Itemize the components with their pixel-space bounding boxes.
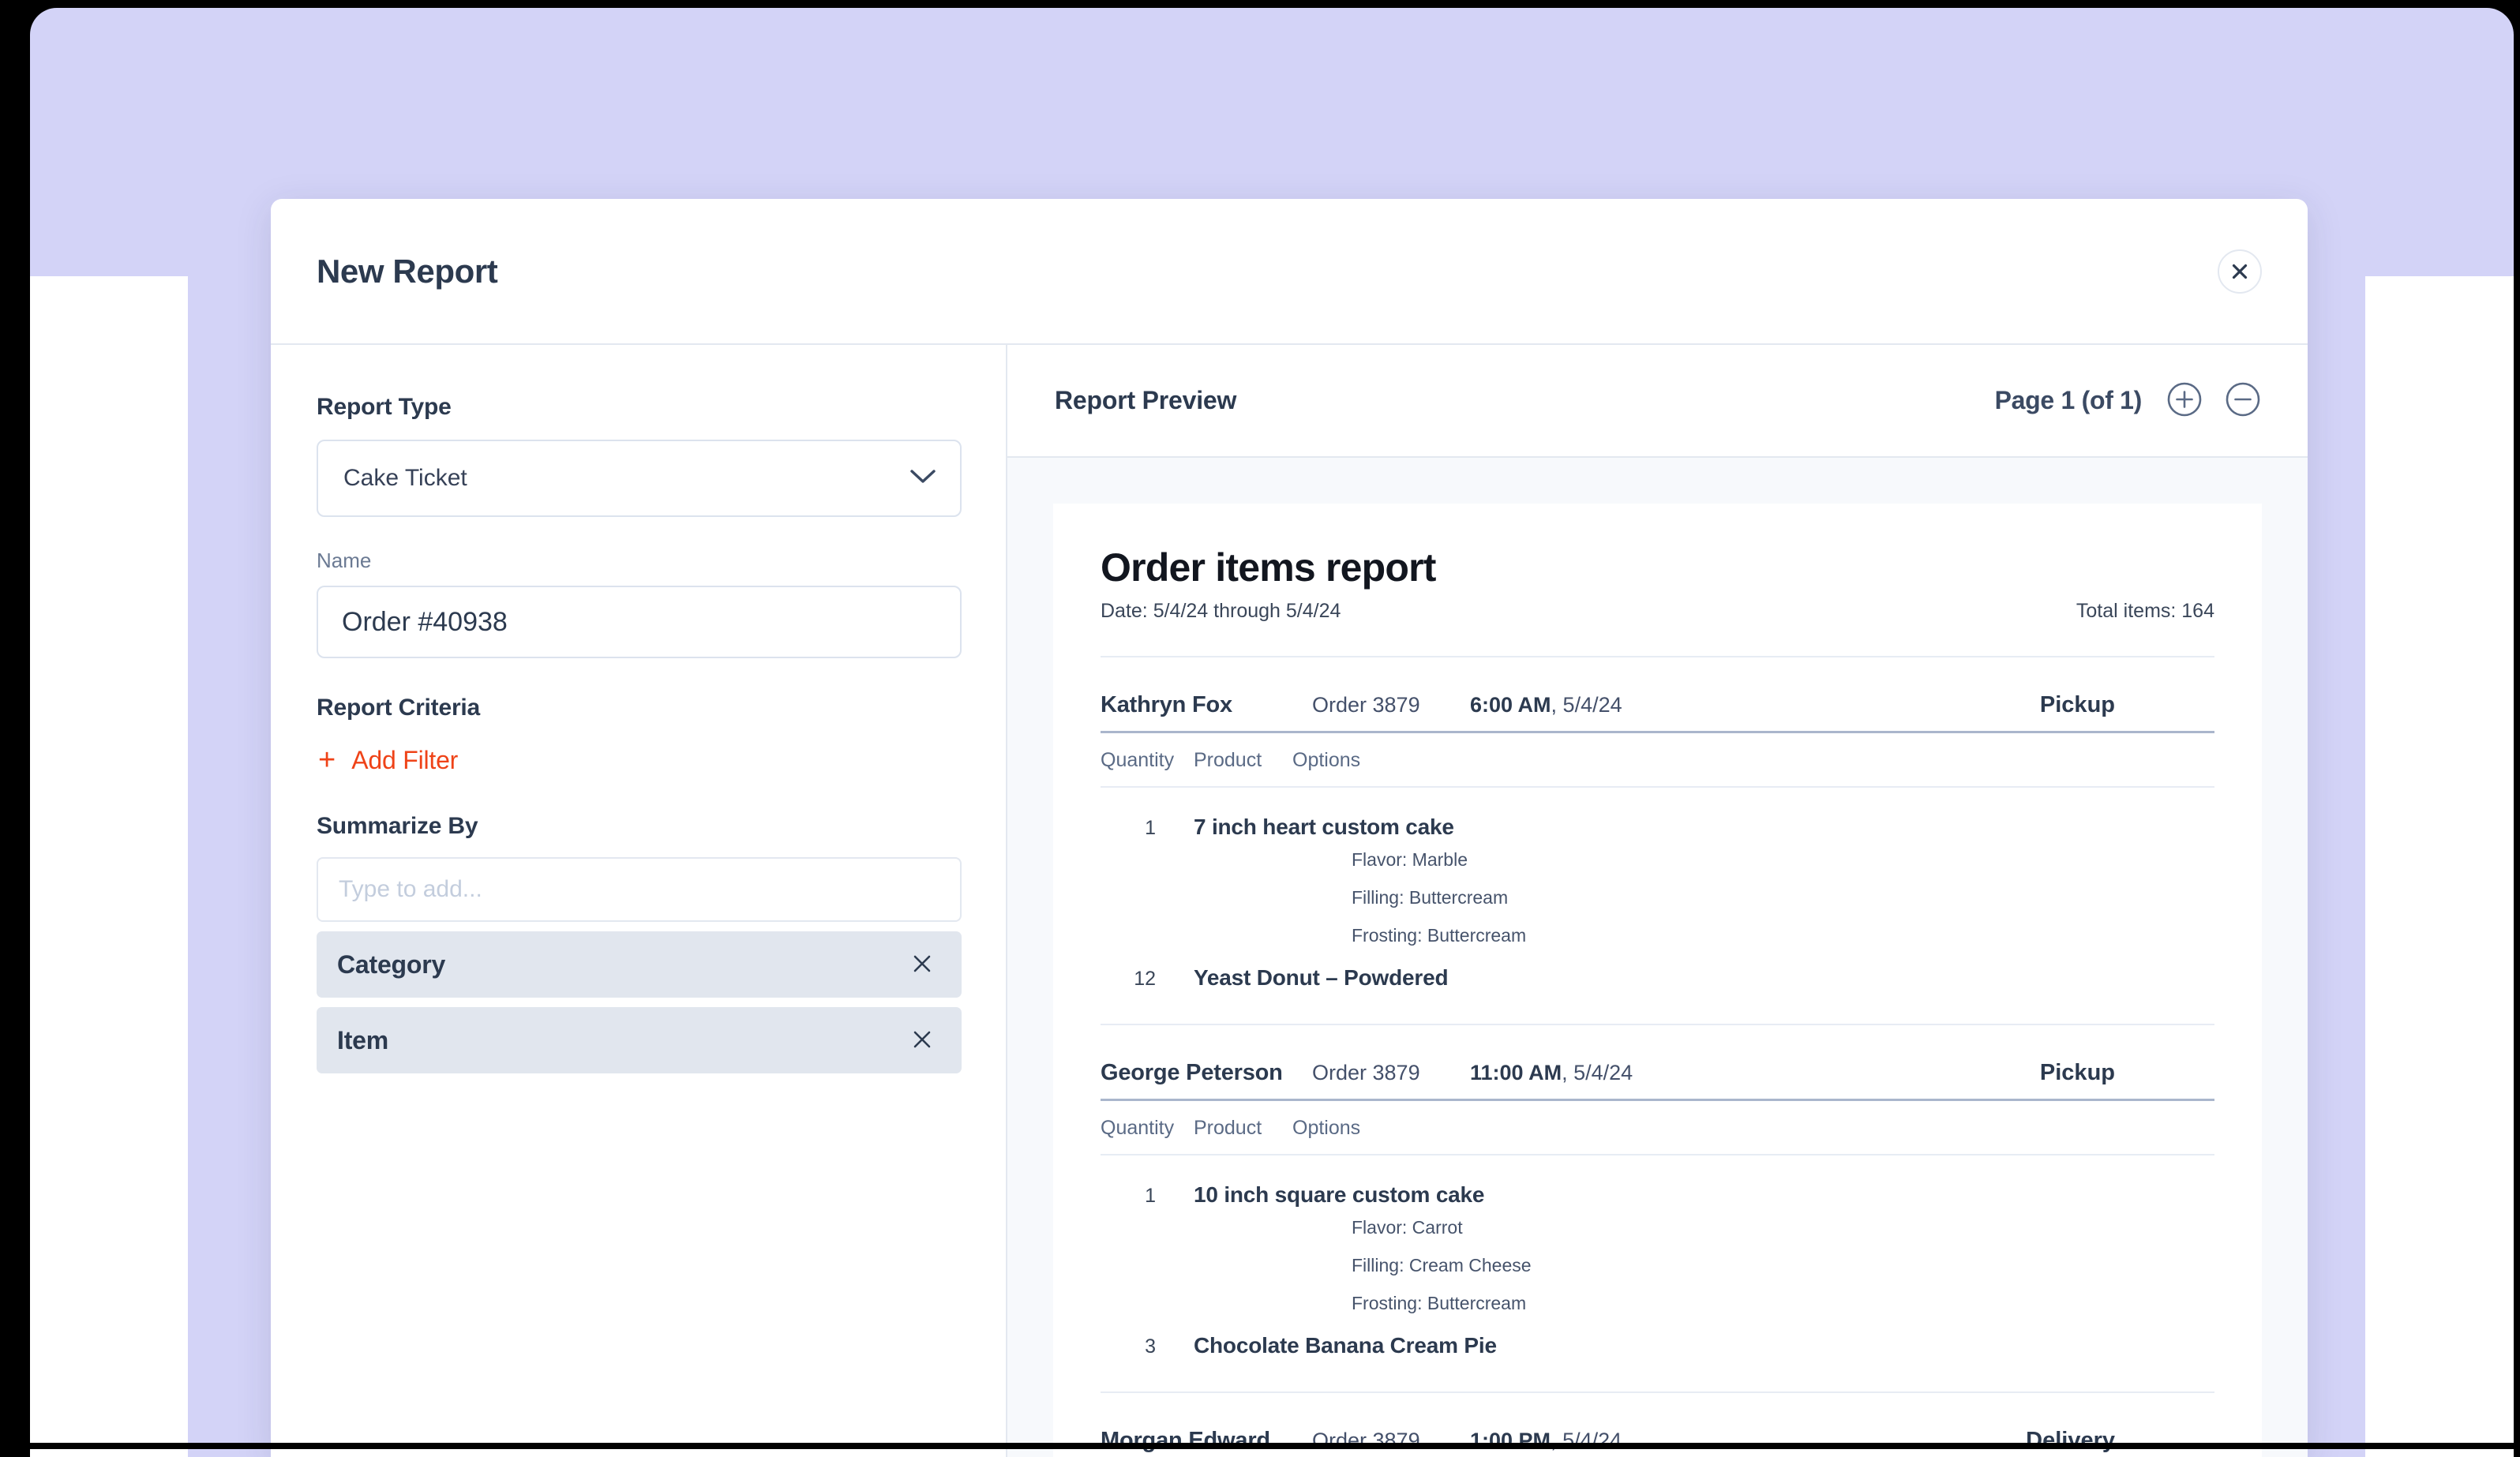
order-fulfillment-type: Pickup (2040, 1060, 2115, 1086)
order-table-header: Quantity Product Options (1101, 1099, 2214, 1140)
report-form-pane: Report Type Cake Ticket Name Report Crit… (271, 345, 1007, 1457)
close-icon (912, 953, 932, 976)
order-group-header: George Peterson Order 3879 11:00 AM, 5/4… (1101, 1024, 2214, 1086)
line-item: 1 7 inch heart custom cake (1101, 815, 2214, 840)
line-item: 12 Yeast Donut – Powdered (1101, 965, 2214, 991)
line-item-product: 7 inch heart custom cake (1194, 815, 1454, 840)
preview-header: Report Preview Page 1 (of 1) (1007, 345, 2308, 458)
modal-body: Report Type Cake Ticket Name Report Crit… (271, 345, 2308, 1457)
line-item-option: Filling: Cream Cheese (1352, 1255, 2214, 1276)
line-item: 1 10 inch square custom cake (1101, 1182, 2214, 1208)
report-type-label: Report Type (317, 394, 960, 421)
report-total-items: Total items: 164 (2076, 600, 2214, 623)
screen-bottom-edge (0, 1443, 2520, 1449)
summarize-chip-category: Category (317, 931, 962, 998)
chevron-down-icon (909, 469, 936, 489)
order-date: 5/4/24 (1573, 1061, 1633, 1084)
plus-icon: + (318, 745, 336, 775)
order-time-separator: , (1551, 693, 1563, 717)
zoom-out-button[interactable] (2224, 382, 2262, 420)
order-customer-name: Morgan Edward (1101, 1428, 1312, 1454)
order-group: George Peterson Order 3879 11:00 AM, 5/4… (1101, 1024, 2214, 1358)
report-type-value: Cake Ticket (343, 465, 467, 492)
report-type-select[interactable]: Cake Ticket (317, 440, 962, 517)
line-item: 3 Chocolate Banana Cream Pie (1101, 1333, 2214, 1358)
add-filter-label: Add Filter (351, 746, 458, 775)
close-icon (912, 1029, 932, 1052)
report-date-range: Date: 5/4/24 through 5/4/24 (1101, 600, 1341, 623)
line-item-options: Flavor: Marble Filling: Buttercream Fros… (1352, 849, 2214, 946)
column-header-quantity: Quantity (1101, 749, 1194, 772)
order-time-separator: , (1562, 1061, 1573, 1084)
modal-header: New Report (271, 199, 2308, 345)
column-header-quantity: Quantity (1101, 1117, 1194, 1140)
close-icon (2231, 263, 2248, 280)
background-page-right (2365, 276, 2514, 1457)
report-paper: Order items report Date: 5/4/24 through … (1053, 504, 2262, 1457)
line-item-option: Filling: Buttercream (1352, 887, 2214, 908)
column-header-product: Product (1194, 749, 1292, 772)
zoom-in-button[interactable] (2166, 382, 2203, 420)
summarize-by-label: Summarize By (317, 813, 960, 840)
order-number: Order 3879 (1312, 1429, 1470, 1453)
add-filter-button[interactable]: + Add Filter (317, 742, 459, 778)
page-controls: Page 1 (of 1) (1995, 382, 2262, 420)
line-item-option: Frosting: Buttercream (1352, 925, 2214, 946)
plus-circle-icon (2166, 381, 2203, 420)
background-page-left (30, 276, 188, 1457)
preview-title: Report Preview (1055, 386, 1236, 415)
close-button[interactable] (2218, 249, 2262, 294)
line-item-option: Frosting: Buttercream (1352, 1293, 2214, 1314)
order-date: 5/4/24 (1563, 693, 1622, 717)
report-document-title: Order items report (1101, 545, 2214, 590)
summarize-chip-label: Category (337, 950, 445, 979)
name-input[interactable] (317, 586, 962, 658)
remove-chip-category-button[interactable] (906, 949, 938, 980)
order-fulfillment-type: Pickup (2040, 692, 2115, 718)
column-header-options: Options (1292, 1117, 1360, 1140)
order-group-header: Kathryn Fox Order 3879 6:00 AM, 5/4/24 P… (1101, 656, 2214, 718)
report-preview-pane: Report Preview Page 1 (of 1) (1007, 345, 2308, 1457)
order-time-value: 11:00 AM (1470, 1061, 1562, 1084)
app-backdrop: New Report Report Type Cake Ticket (30, 8, 2514, 1457)
order-time: 11:00 AM, 5/4/24 (1470, 1061, 2040, 1085)
preview-scroll-area[interactable]: Order items report Date: 5/4/24 through … (1007, 458, 2308, 1457)
order-items-list: 1 7 inch heart custom cake Flavor: Marbl… (1101, 786, 2214, 991)
page-indicator: Page 1 (of 1) (1995, 386, 2142, 415)
line-item-product: Yeast Donut – Powdered (1194, 965, 1448, 991)
column-header-options: Options (1292, 749, 1360, 772)
order-group: Kathryn Fox Order 3879 6:00 AM, 5/4/24 P… (1101, 656, 2214, 991)
line-item-option: Flavor: Carrot (1352, 1217, 2214, 1238)
name-label: Name (317, 549, 960, 573)
line-item-quantity: 1 (1101, 1185, 1194, 1208)
page-title: New Report (317, 253, 497, 290)
report-meta-row: Date: 5/4/24 through 5/4/24 Total items:… (1101, 600, 2214, 623)
order-number: Order 3879 (1312, 1061, 1470, 1085)
summarize-chip-label: Item (337, 1026, 388, 1055)
line-item-quantity: 1 (1101, 817, 1194, 840)
order-table-header: Quantity Product Options (1101, 731, 2214, 772)
order-items-list: 1 10 inch square custom cake Flavor: Car… (1101, 1154, 2214, 1358)
line-item-product: 10 inch square custom cake (1194, 1182, 1484, 1208)
device-frame: New Report Report Type Cake Ticket (0, 0, 2520, 1449)
line-item-quantity: 3 (1101, 1335, 1194, 1358)
minus-circle-icon (2225, 381, 2261, 420)
order-time: 6:00 AM, 5/4/24 (1470, 693, 2040, 717)
summarize-input[interactable] (317, 857, 962, 922)
order-customer-name: George Peterson (1101, 1060, 1312, 1086)
line-item-product: Chocolate Banana Cream Pie (1194, 1333, 1497, 1358)
summarize-chip-item: Item (317, 1007, 962, 1073)
remove-chip-item-button[interactable] (906, 1024, 938, 1056)
line-item-options: Flavor: Carrot Filling: Cream Cheese Fro… (1352, 1217, 2214, 1314)
line-item-quantity: 12 (1101, 968, 1194, 991)
line-item-option: Flavor: Marble (1352, 849, 2214, 871)
column-header-product: Product (1194, 1117, 1292, 1140)
order-time: 1:00 PM, 5/4/24 (1470, 1429, 2026, 1453)
order-customer-name: Kathryn Fox (1101, 692, 1312, 718)
new-report-modal: New Report Report Type Cake Ticket (271, 199, 2308, 1457)
order-fulfillment-type: Delivery (2026, 1428, 2115, 1454)
report-criteria-label: Report Criteria (317, 695, 960, 721)
order-number: Order 3879 (1312, 693, 1470, 717)
order-time-value: 6:00 AM (1470, 693, 1551, 717)
